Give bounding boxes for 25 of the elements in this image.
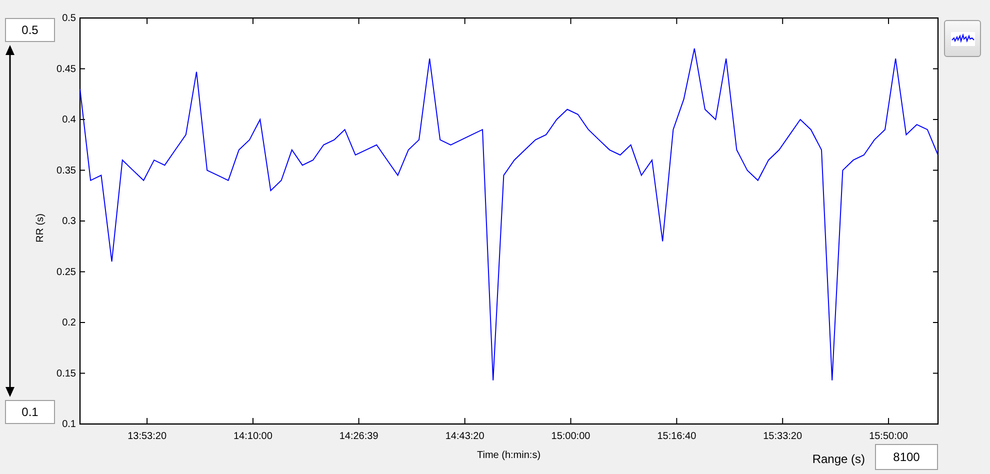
range-label: Range (s) xyxy=(812,451,865,468)
y-tick-label: 0.35 xyxy=(56,165,76,176)
x-tick-label: 14:26:39 xyxy=(339,431,378,442)
y-axis-label: RR (s) xyxy=(35,214,46,242)
x-tick-label: 15:16:40 xyxy=(657,431,696,442)
y-tick-label: 0.1 xyxy=(62,419,76,430)
range-field[interactable]: 8100 xyxy=(875,444,938,470)
x-axis-label: Time (h:min:s) xyxy=(477,449,541,463)
waveform-icon xyxy=(950,32,974,46)
y-tick-label: 0.25 xyxy=(56,266,76,278)
x-tick-label: 14:10:00 xyxy=(234,431,272,442)
y-tick-label: 0.4 xyxy=(62,114,76,126)
y-tick-label: 0.5 xyxy=(62,13,76,24)
x-tick-label: 15:33:20 xyxy=(763,431,802,442)
x-tick-label: 14:43:20 xyxy=(445,431,484,442)
y-tick-label: 0.3 xyxy=(62,216,76,227)
y-tick-label: 0.2 xyxy=(62,318,76,328)
min-value-field[interactable]: 0.1 xyxy=(5,400,55,424)
x-tick-label: 13:53:20 xyxy=(128,431,167,442)
y-tick-label: 0.45 xyxy=(56,64,76,75)
y-tick-label: 0.15 xyxy=(56,368,76,380)
x-tick-label: 15:50:00 xyxy=(869,431,908,442)
plot-view-button[interactable] xyxy=(944,20,981,57)
x-tick-label: 15:00:00 xyxy=(551,431,590,442)
max-value-field[interactable]: 0.5 xyxy=(5,18,55,42)
